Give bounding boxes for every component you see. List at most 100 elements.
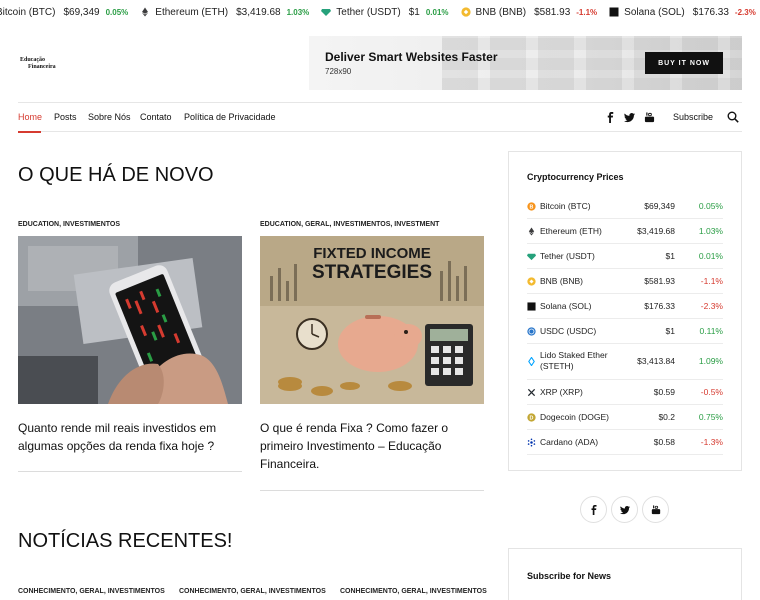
banner-title: Deliver Smart Websites Faster xyxy=(325,50,498,64)
post-categories[interactable]: CONHECIMENTO, GERAL, INVESTIMENTOS xyxy=(179,588,326,595)
crypto-name: Lido Staked Ether (STETH) xyxy=(540,350,608,371)
ethereum-icon xyxy=(528,226,535,236)
ticker-change: -1.1% xyxy=(576,7,598,17)
crypto-change: -0.5% xyxy=(700,386,723,397)
post-thumbnail-phone[interactable] xyxy=(18,236,242,404)
lido-icon xyxy=(528,357,535,366)
ticker-name: Tether (USDT) xyxy=(336,6,401,18)
post-categories[interactable]: CONHECIMENTO, GERAL, INVESTIMENTOS xyxy=(340,588,487,595)
youtube-button[interactable] xyxy=(642,496,669,523)
crypto-price: $0.59 xyxy=(653,386,675,397)
buy-it-now-button[interactable]: BUY IT NOW xyxy=(645,52,723,74)
crypto-name: Cardano (ADA) xyxy=(540,437,599,447)
crypto-change: 1.03% xyxy=(698,225,723,236)
nav-politica-privacidade[interactable]: Política de Privacidade xyxy=(184,112,276,122)
facebook-icon[interactable] xyxy=(605,112,616,123)
ticker-item[interactable]: BNB (BNB) $581.93 -1.1% xyxy=(460,7,598,18)
ticker-price: $1 xyxy=(408,6,420,18)
crypto-price: $581.93 xyxy=(644,275,675,286)
ticker-name: Ethereum (ETH) xyxy=(155,6,229,18)
crypto-price: $0.58 xyxy=(653,436,675,447)
crypto-change: 1.09% xyxy=(698,356,723,366)
ticker-change: 1.03% xyxy=(286,7,310,17)
phone-trading-image xyxy=(18,236,242,404)
crypto-row[interactable]: XRP (XRP) $0.59 -0.5% xyxy=(527,380,723,405)
xrp-icon xyxy=(527,388,536,396)
logo-line1: Educação xyxy=(20,57,46,63)
post-thumbnail-fixed-income[interactable]: FIXTED INCOME STRATEGIES xyxy=(260,236,484,404)
crypto-ticker: Bitcoin (BTC) $69,349 0.05% Ethereum (ETH) $… xyxy=(0,0,760,24)
nav-active-indicator xyxy=(18,131,41,133)
crypto-name: USDC (USDC) xyxy=(540,326,597,336)
crypto-row[interactable]: Cardano (ADA) $0.58 -1.3% xyxy=(527,430,723,455)
twitter-button[interactable] xyxy=(611,496,638,523)
post-categories[interactable]: EDUCATION, INVESTIMENTOS xyxy=(18,221,120,228)
ad-banner[interactable]: Deliver Smart Websites Faster 728x90 BUY… xyxy=(309,36,742,90)
crypto-price: $176.33 xyxy=(644,300,675,311)
main-nav: Home Posts Sobre Nós Contato Política de… xyxy=(18,102,742,133)
nav-subscribe[interactable]: Subscribe xyxy=(673,112,713,122)
nav-sobre-nos[interactable]: Sobre Nós xyxy=(88,112,131,122)
ticker-item[interactable]: Solana (SOL) $176.33 -2.3% xyxy=(609,7,756,18)
crypto-name: XRP (XRP) xyxy=(540,387,583,397)
crypto-row[interactable]: Ethereum (ETH) $3,419.68 1.03% xyxy=(527,219,723,244)
usdc-icon xyxy=(527,326,536,336)
newsletter-widget: Subscribe for News xyxy=(508,548,742,600)
post-title[interactable]: O que é renda Fixa ? Como fazer o primei… xyxy=(260,419,482,473)
crypto-row[interactable]: BNB (BNB) $581.93 -1.1% xyxy=(527,269,723,294)
crypto-name: Tether (USDT) xyxy=(540,251,595,261)
crypto-name: Ethereum (ETH) xyxy=(540,226,602,236)
dogecoin-icon: D xyxy=(527,412,536,422)
ticker-item[interactable]: Tether (USDT) $1 0.01% xyxy=(321,6,449,18)
search-icon[interactable] xyxy=(727,111,739,123)
bnb-icon xyxy=(527,276,536,286)
crypto-price: $1 xyxy=(665,325,675,336)
solana-icon xyxy=(609,7,619,17)
widget-title: Cryptocurrency Prices xyxy=(527,172,624,182)
nav-contato[interactable]: Contato xyxy=(140,112,172,122)
ticker-name: Bitcoin (BTC) xyxy=(0,6,56,18)
ticker-price: $69,349 xyxy=(63,6,100,18)
banner-size: 728x90 xyxy=(325,67,352,76)
post-categories[interactable]: EDUCATION, GERAL, INVESTIMENTOS, INVESTM… xyxy=(260,221,439,228)
crypto-name: BNB (BNB) xyxy=(540,276,583,286)
crypto-change: 0.11% xyxy=(699,325,723,336)
post-title[interactable]: Quanto rende mil reais investidos em alg… xyxy=(18,419,240,455)
svg-text:D: D xyxy=(530,415,534,421)
ticker-item[interactable]: Bitcoin (BTC) $69,349 0.05% xyxy=(0,7,128,18)
crypto-row[interactable]: Lido Staked Ether (STETH) $3,413.84 1.09% xyxy=(527,344,723,380)
crypto-row[interactable]: B Bitcoin (BTC) $69,349 0.05% xyxy=(527,194,723,219)
crypto-name: Bitcoin (BTC) xyxy=(540,201,591,211)
nav-home[interactable]: Home xyxy=(18,112,42,122)
bnb-icon xyxy=(460,7,471,17)
crypto-row[interactable]: USDC (USDC) $1 0.11% xyxy=(527,319,723,344)
svg-text:B: B xyxy=(530,204,534,210)
bitcoin-icon: B xyxy=(527,201,536,211)
post-categories[interactable]: CONHECIMENTO, GERAL, INVESTIMENTOS xyxy=(18,588,165,595)
image-caption-line2: STRATEGIES xyxy=(312,262,432,283)
crypto-name: Dogecoin (DOGE) xyxy=(540,412,609,422)
crypto-row[interactable]: D Dogecoin (DOGE) $0.2 0.75% xyxy=(527,405,723,430)
youtube-icon[interactable] xyxy=(644,112,655,123)
youtube-icon xyxy=(651,504,660,514)
twitter-icon[interactable] xyxy=(624,112,635,123)
ticker-change: 0.05% xyxy=(105,7,129,17)
solana-icon xyxy=(527,301,536,311)
post-divider xyxy=(18,471,242,472)
site-logo[interactable]: Educação Financeira xyxy=(20,57,80,71)
ticker-change: -2.3% xyxy=(734,7,756,17)
facebook-button[interactable] xyxy=(580,496,607,523)
crypto-name: Solana (SOL) xyxy=(540,301,592,311)
crypto-change: 0.01% xyxy=(698,250,723,261)
ethereum-icon xyxy=(142,7,149,17)
twitter-icon xyxy=(619,505,630,514)
tether-icon xyxy=(527,253,536,260)
crypto-change: 0.05% xyxy=(698,200,723,211)
section-title-recent: NOTÍCIAS RECENTES! xyxy=(18,530,233,552)
ticker-item[interactable]: Ethereum (ETH) $3,419.68 1.03% xyxy=(140,7,309,18)
fixed-income-image: FIXTED INCOME STRATEGIES xyxy=(260,236,484,404)
nav-posts[interactable]: Posts xyxy=(54,112,77,122)
crypto-row[interactable]: Tether (USDT) $1 0.01% xyxy=(527,244,723,269)
crypto-price: $3,419.68 xyxy=(637,225,675,236)
crypto-row[interactable]: Solana (SOL) $176.33 -2.3% xyxy=(527,294,723,319)
